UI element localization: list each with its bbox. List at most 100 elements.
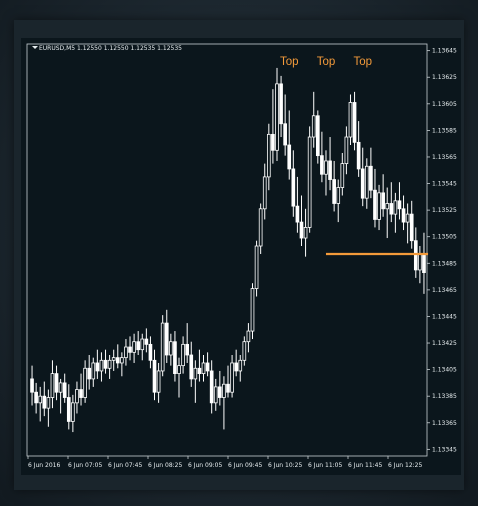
candle-body xyxy=(418,253,422,271)
candle-body xyxy=(173,341,177,374)
candle-body xyxy=(369,165,373,191)
candle-body xyxy=(181,343,185,367)
candle-body xyxy=(303,227,308,239)
candle-body xyxy=(275,83,279,151)
price-tick-label: 1.13465 xyxy=(432,287,457,294)
price-tick-label: 1.13405 xyxy=(432,367,457,374)
candle-body xyxy=(222,383,226,398)
candle-body xyxy=(254,245,259,289)
candle-body xyxy=(291,168,296,207)
candle-body xyxy=(58,382,63,393)
candle-body xyxy=(213,386,218,404)
candle-body xyxy=(169,341,173,356)
candle-body xyxy=(250,288,255,332)
candle-body xyxy=(364,165,369,199)
candle-body xyxy=(328,160,332,180)
candle-body xyxy=(422,253,426,273)
price-tick-label: 1.13485 xyxy=(432,260,457,267)
candle-body xyxy=(152,359,157,393)
candle-body xyxy=(332,179,336,204)
candle-body xyxy=(201,362,206,375)
candle-body xyxy=(324,160,328,175)
candle-body xyxy=(205,362,210,372)
candle-body xyxy=(156,370,161,393)
candle-body xyxy=(409,213,414,242)
top-annotation: Top xyxy=(353,56,372,68)
candle-body xyxy=(120,357,124,364)
candle-body xyxy=(360,168,365,199)
time-tick-label: 6 Jun 11:05 xyxy=(308,462,342,469)
price-tick-label: 1.13525 xyxy=(432,207,457,214)
price-axis: 1.13645 1.13625 1.13605 1.13585 1.13565 1.135… xyxy=(427,48,457,453)
plot-area xyxy=(26,43,428,457)
candle-body xyxy=(136,341,141,351)
price-tick-label: 1.13425 xyxy=(432,340,457,347)
candle-body xyxy=(344,136,349,165)
price-tick-label: 1.13585 xyxy=(432,127,457,134)
candle-body xyxy=(66,397,71,422)
candle-body xyxy=(413,240,418,271)
candle-body xyxy=(50,373,55,398)
candle-body xyxy=(234,362,238,372)
candle-body xyxy=(295,205,300,223)
candle-body xyxy=(99,359,104,372)
price-tick-label: 1.13565 xyxy=(432,154,457,161)
candle-body xyxy=(54,373,59,393)
time-tick-label: 6 Jun 07:45 xyxy=(108,462,142,469)
candlestick-chart[interactable]: Top Top Top 1.136451.136251.136051.135851.… xyxy=(21,38,461,475)
symbol-label: EURUSD,M5 xyxy=(39,45,75,52)
top-annotation: Top xyxy=(280,56,299,68)
candle-body xyxy=(107,359,112,369)
candle-body xyxy=(209,370,214,404)
candle-body xyxy=(320,155,324,175)
candle-body xyxy=(177,365,181,374)
chart-header: EURUSD,M5 1.12550 1.12550 1.12535 1.1253… xyxy=(32,45,182,52)
chart-window[interactable]: Top Top Top 1.13645 1.13625 1.13605 1.13585 1.… xyxy=(21,38,461,475)
candle-body xyxy=(246,330,251,343)
candle-body xyxy=(356,141,361,170)
candle-body xyxy=(111,357,116,361)
candle-body xyxy=(38,395,43,404)
candle-body xyxy=(242,341,247,361)
candle-body xyxy=(62,382,67,398)
candle-body xyxy=(115,357,120,364)
candle-body xyxy=(311,115,316,138)
candle-body xyxy=(348,102,353,138)
candle-body xyxy=(140,338,145,351)
candle-body xyxy=(79,389,83,398)
candle-body xyxy=(148,343,153,361)
candle-body xyxy=(283,123,287,146)
candle-body xyxy=(193,367,198,380)
candles-group xyxy=(30,67,426,433)
time-tick-label: 6 Jun 10:25 xyxy=(268,462,302,469)
time-tick-label: 6 Jun 11:45 xyxy=(348,462,382,469)
candle-body xyxy=(401,208,406,223)
candle-body xyxy=(42,395,47,409)
candle-body xyxy=(164,322,169,356)
candle-body xyxy=(34,391,38,404)
candle-body xyxy=(315,115,320,157)
ohlc-label: 1.12550 1.12550 1.12535 1.12535 xyxy=(77,45,182,52)
candle-body xyxy=(230,362,234,393)
candle-body xyxy=(46,397,51,409)
candle-body xyxy=(287,144,292,170)
price-tick-label: 1.13345 xyxy=(432,446,457,453)
time-tick-label: 6 Jun 09:45 xyxy=(228,462,262,469)
candle-body xyxy=(340,163,345,188)
time-tick-label: 6 Jun 08:25 xyxy=(148,462,182,469)
candle-body xyxy=(160,322,165,372)
candle-body xyxy=(373,189,377,220)
price-tick-label: 1.13445 xyxy=(432,313,457,320)
price-tick-label: 1.13645 xyxy=(432,48,457,55)
candle-body xyxy=(91,362,96,380)
dropdown-triangle-icon[interactable] xyxy=(32,46,38,49)
candle-body xyxy=(185,343,190,356)
time-tick-label: 6 Jun 2016 xyxy=(28,462,60,469)
candle-body xyxy=(71,402,75,422)
candle-body xyxy=(87,367,92,380)
candle-body xyxy=(128,346,132,353)
candle-body xyxy=(307,136,312,228)
candle-body xyxy=(95,362,100,372)
candle-body xyxy=(132,341,136,353)
candle-body xyxy=(352,102,357,143)
